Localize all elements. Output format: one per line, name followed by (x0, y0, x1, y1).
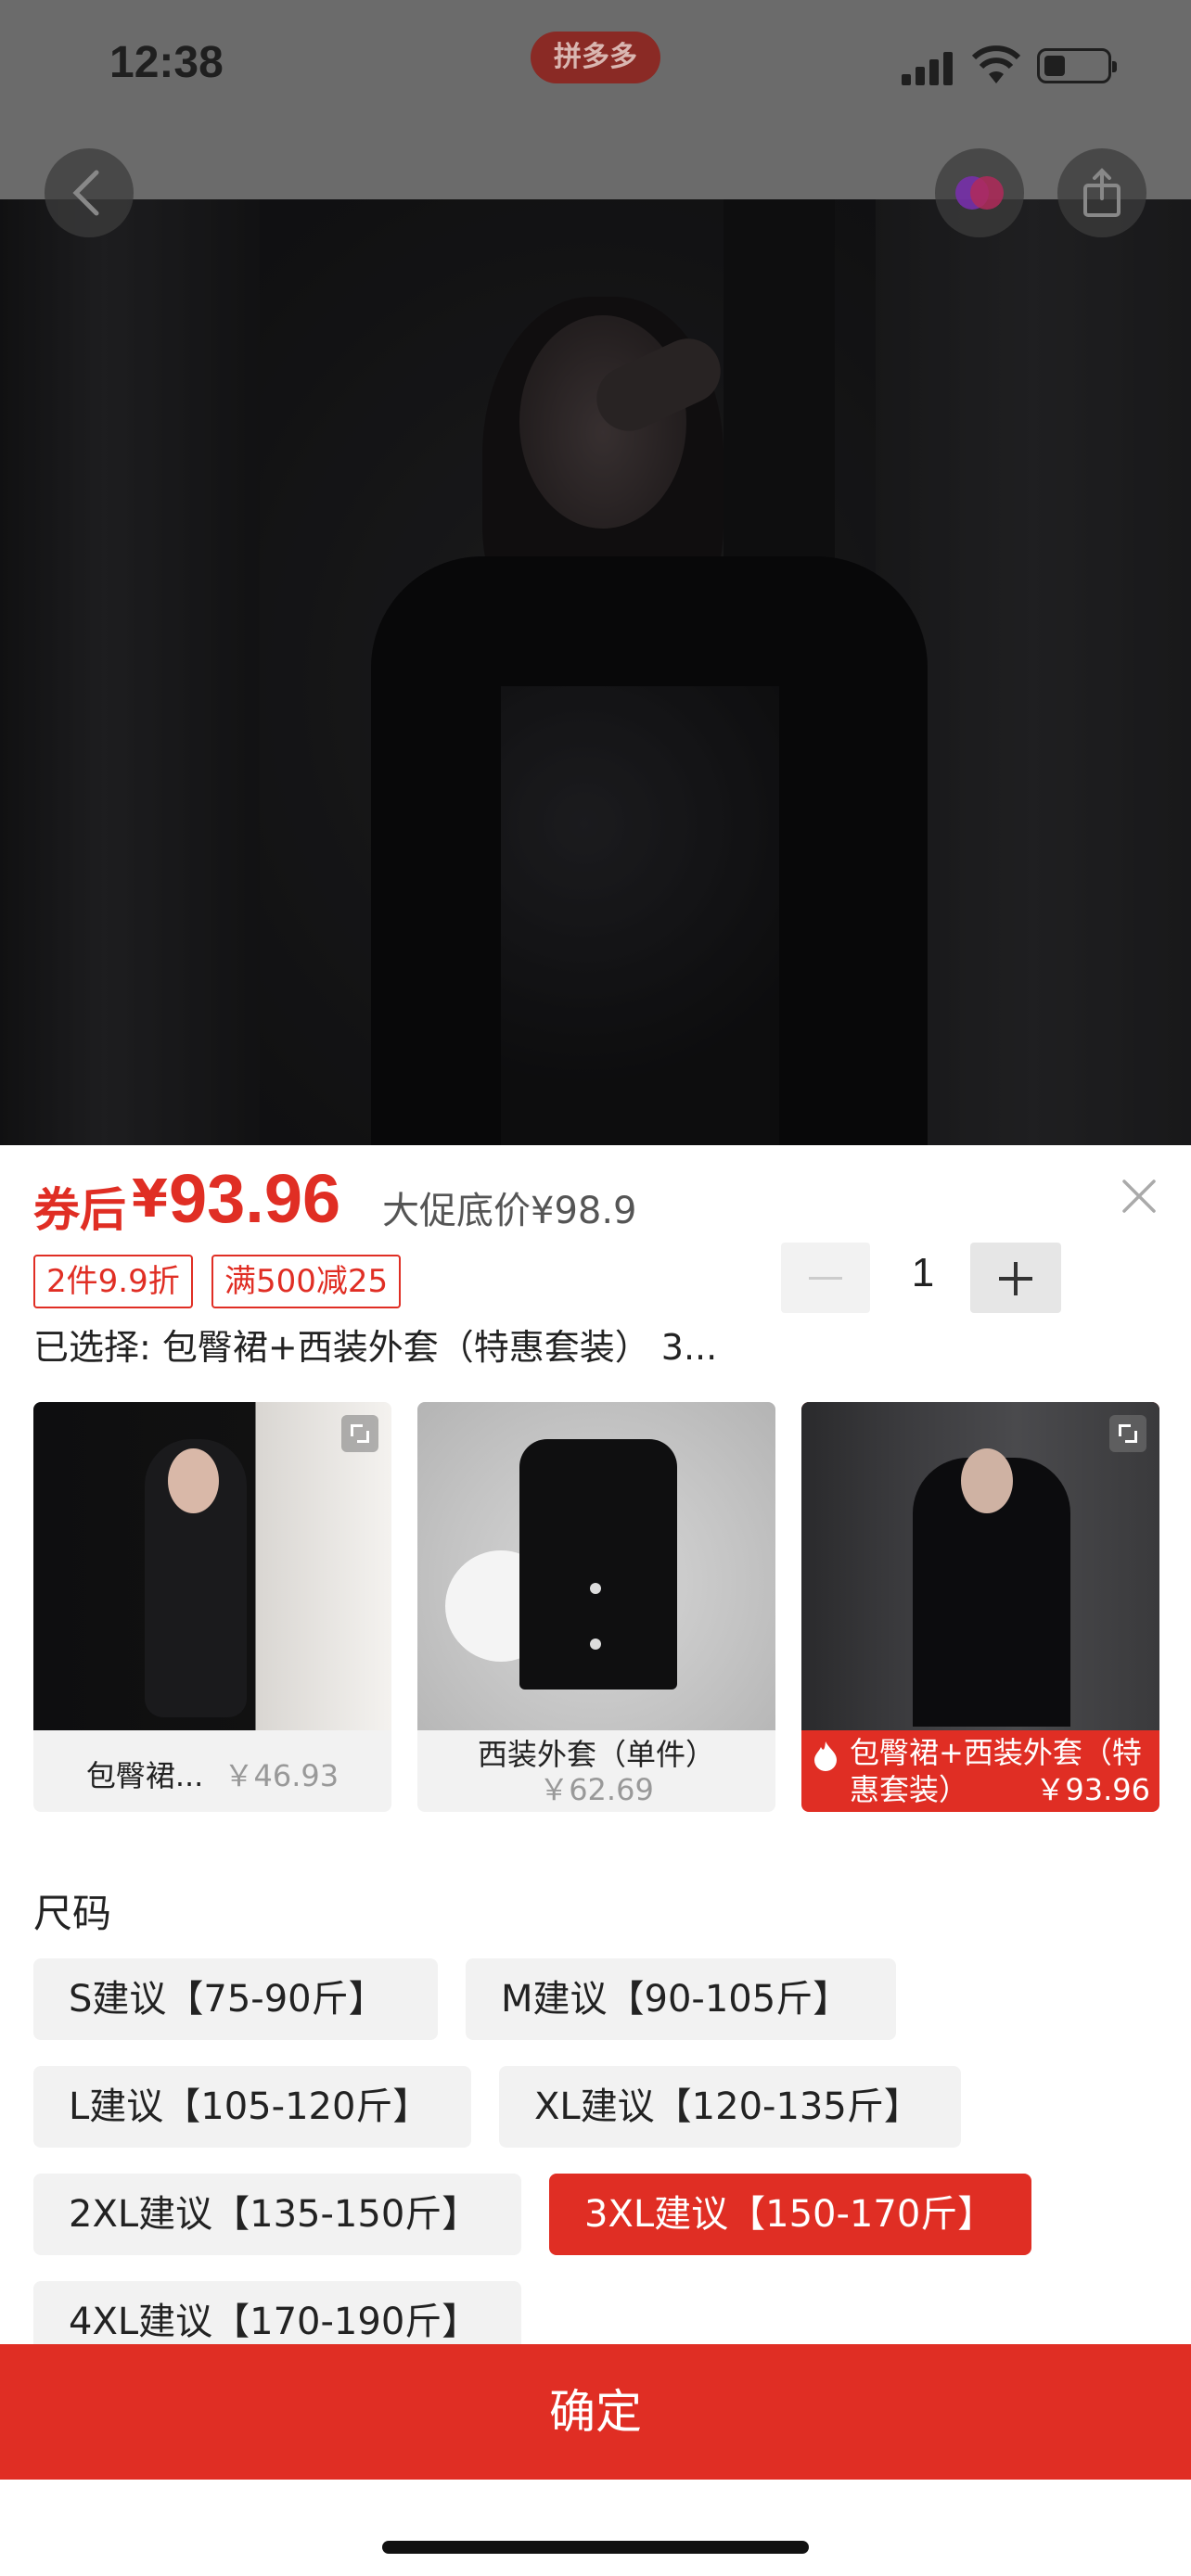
back-button[interactable] (45, 148, 134, 237)
expand-icon[interactable] (341, 1415, 378, 1452)
variant-price: ￥46.93 (224, 1758, 339, 1793)
variant-card-set[interactable]: 包臀裙+西装外套（特惠套装） ￥93.96 (801, 1402, 1159, 1812)
promo-floor-price: 大促底价¥98.9 (382, 1190, 637, 1232)
coupon-tag: 满500减25 (211, 1255, 402, 1308)
variant-label: 包臀裙... ￥46.93 (33, 1730, 391, 1812)
variant-image (33, 1402, 391, 1730)
battery-icon (1037, 48, 1117, 83)
variant-image (417, 1402, 775, 1730)
variant-card-jacket[interactable]: 西装外套（单件） ￥62.69 (417, 1402, 775, 1812)
quantity-value: 1 (911, 1250, 935, 1295)
app-pill: 拼多多 (531, 32, 660, 83)
quantity-decrease-button[interactable] (781, 1243, 870, 1313)
flame-icon (814, 1741, 837, 1771)
variant-name: 西装外套（单件） (477, 1737, 715, 1772)
close-icon[interactable] (1119, 1176, 1159, 1217)
selected-summary: 已选择: 包臀裙+西装外套（特惠套装） 3... (33, 1327, 718, 1368)
status-time: 12:38 (109, 38, 224, 87)
variant-card-skirt[interactable]: 包臀裙... ￥46.93 (33, 1402, 391, 1812)
heart-icon (955, 176, 1004, 210)
size-option-l[interactable]: L建议【105-120斤】 (33, 2066, 471, 2148)
favorite-button[interactable] (935, 148, 1024, 237)
size-option-2xl[interactable]: 2XL建议【135-150斤】 (33, 2174, 521, 2255)
quantity-increase-button[interactable] (970, 1243, 1061, 1313)
variant-label: 西装外套（单件） ￥62.69 (417, 1730, 775, 1812)
discount-tag: 2件9.9折 (33, 1255, 193, 1308)
variant-price: ￥93.96 (1035, 1772, 1150, 1807)
confirm-button[interactable]: 确定 (0, 2344, 1191, 2480)
size-option-3xl[interactable]: 3XL建议【150-170斤】 (549, 2174, 1031, 2255)
signal-icon (902, 48, 957, 85)
variant-image (801, 1402, 1159, 1730)
share-button[interactable] (1057, 148, 1146, 237)
size-option-m[interactable]: M建议【90-105斤】 (466, 1958, 896, 2040)
home-indicator[interactable] (382, 2541, 809, 2554)
price-value: 93.96 (169, 1160, 341, 1237)
variant-price: ￥62.69 (539, 1772, 654, 1807)
size-option-s[interactable]: S建议【75-90斤】 (33, 1958, 438, 2040)
wifi-icon (971, 45, 1021, 83)
price-prefix: 券后 (33, 1183, 126, 1237)
share-icon (1083, 168, 1121, 217)
size-section-title: 尺码 (33, 1891, 112, 1936)
variant-label: 包臀裙+西装外套（特惠套装） ￥93.96 (801, 1730, 1159, 1812)
size-option-xl[interactable]: XL建议【120-135斤】 (499, 2066, 961, 2148)
expand-icon[interactable] (1109, 1415, 1146, 1452)
variant-name: 包臀裙... (85, 1758, 204, 1793)
price-currency: ¥ (132, 1169, 168, 1230)
chevron-left-icon (72, 170, 99, 216)
